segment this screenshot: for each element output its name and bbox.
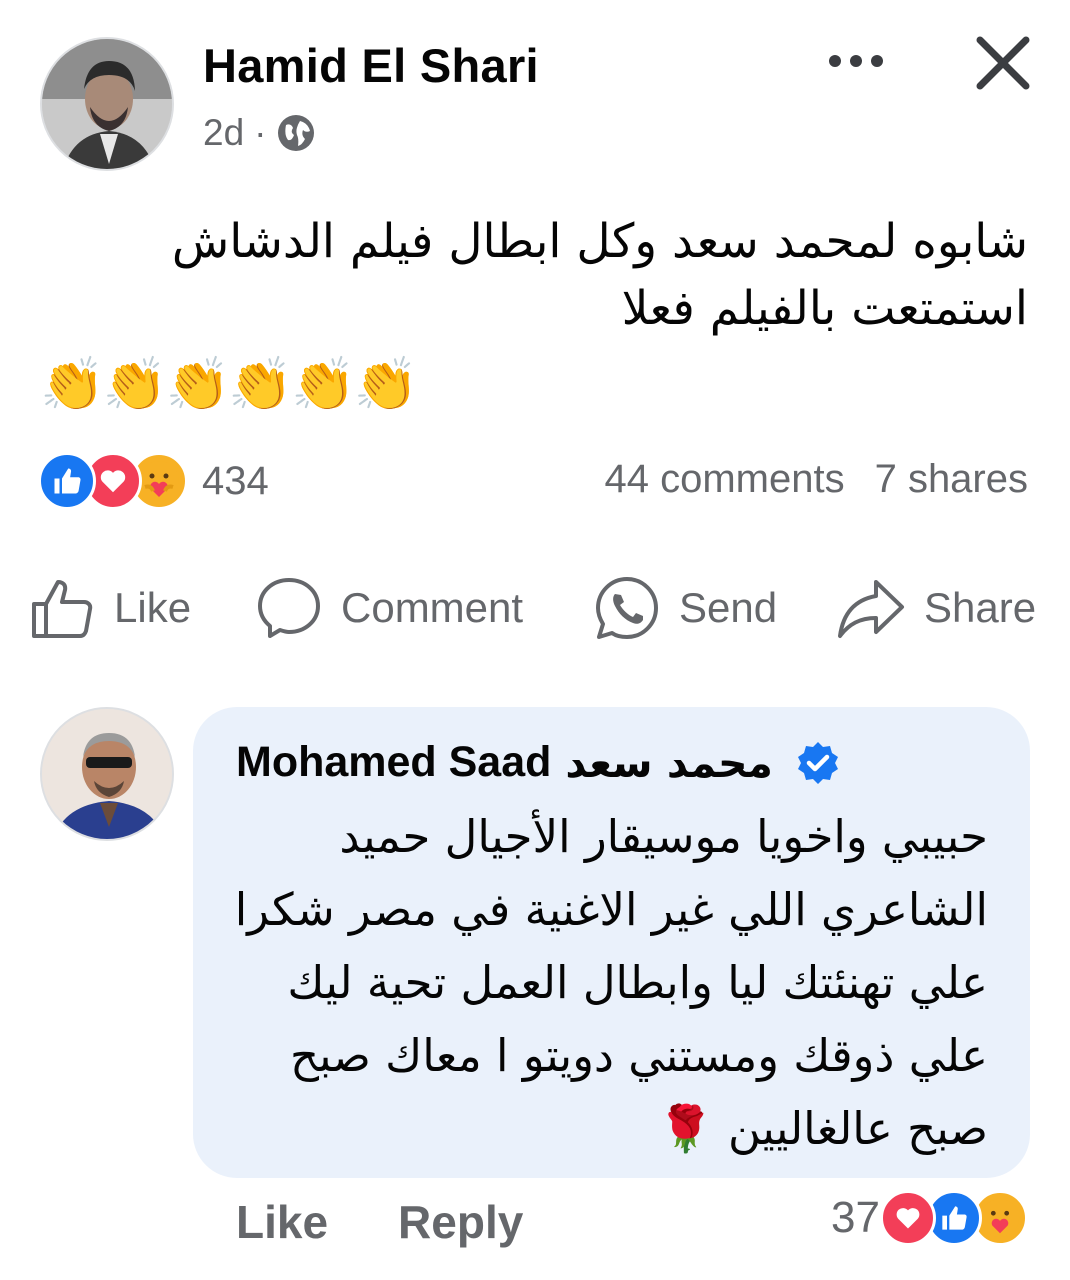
more-dot: [829, 55, 841, 67]
comment-icon: [258, 577, 320, 638]
like-reaction-icon: [38, 452, 96, 510]
send-button[interactable]: Send: [593, 560, 777, 655]
whatsapp-icon: [596, 576, 658, 639]
comment-text-line: علي ذوقك ومستني دويتو ا معاك صبح: [289, 1029, 988, 1082]
thumbs-up-icon: [32, 579, 93, 638]
post-text-line: شابوه لمحمد سعد وكل ابطال فيلم الدشاش: [171, 214, 1028, 269]
comment-actions: Like Reply: [236, 1195, 523, 1249]
comment-author[interactable]: Mohamed Saad محمد سعد: [236, 738, 841, 787]
comment-author-name[interactable]: Mohamed Saad: [236, 738, 551, 787]
comment-author-avatar[interactable]: [40, 707, 174, 841]
post-time[interactable]: 2d: [203, 112, 244, 154]
more-dot: [850, 55, 862, 67]
comment-reaction-count: 37: [831, 1193, 880, 1242]
post-action-bar: Like Comment Send Share: [0, 560, 1070, 655]
avatar-photo: [42, 709, 172, 839]
post-text: شابوه لمحمد سعد وكل ابطال فيلم الدشاش اس…: [128, 208, 1028, 342]
comment-button[interactable]: Comment: [255, 560, 523, 655]
like-label: Like: [114, 583, 192, 631]
comment-like-button[interactable]: Like: [236, 1195, 328, 1249]
share-button[interactable]: Share: [836, 560, 1036, 655]
love-reaction-icon: [880, 1190, 936, 1246]
comment-text-line: الشاعري اللي غير الاغنية في مصر شكرا: [234, 883, 988, 936]
share-label: Share: [924, 583, 1037, 631]
globe-icon: [278, 115, 315, 151]
post-text-line: استمتعت بالفيلم فعلا: [621, 281, 1028, 336]
comment-text-line: علي تهنئتك ليا وابطال العمل تحية ليك: [287, 956, 988, 1009]
more-dot: [871, 55, 883, 67]
post-author-avatar[interactable]: [40, 37, 174, 171]
shares-count[interactable]: 7 shares: [875, 457, 1028, 502]
more-options-button[interactable]: [820, 44, 892, 78]
reaction-count: 434: [202, 458, 269, 503]
comment-text: حبيبي واخويا موسيقار الأجيال حميد الشاعر…: [228, 800, 988, 1165]
post-author-name[interactable]: Hamid El Shari: [203, 38, 539, 93]
post-counts: 44 comments 7 shares: [604, 457, 1028, 502]
comment-text-line: صبح عالغاليين 🌹: [657, 1102, 988, 1155]
comment-label: Comment: [341, 583, 524, 631]
share-icon: [838, 579, 904, 638]
comment-reactions[interactable]: 37: [831, 1190, 1028, 1246]
post-meta: 2d ·: [203, 112, 316, 154]
like-button[interactable]: Like: [28, 560, 191, 655]
avatar-photo: [42, 39, 172, 169]
post-reactions[interactable]: 434: [38, 452, 269, 510]
meta-separator: ·: [254, 112, 267, 153]
comments-count[interactable]: 44 comments: [604, 457, 844, 502]
comment-text-line: حبيبي واخويا موسيقار الأجيال حميد: [339, 810, 988, 863]
send-label: Send: [679, 583, 778, 631]
close-icon[interactable]: [968, 28, 1038, 98]
clapping-hands-emoji: 👏👏👏👏👏👏: [40, 356, 418, 414]
comment-reply-button[interactable]: Reply: [398, 1195, 523, 1249]
verified-badge-icon: [797, 741, 838, 784]
comment-author-name-arabic: محمد سعد: [565, 738, 773, 787]
